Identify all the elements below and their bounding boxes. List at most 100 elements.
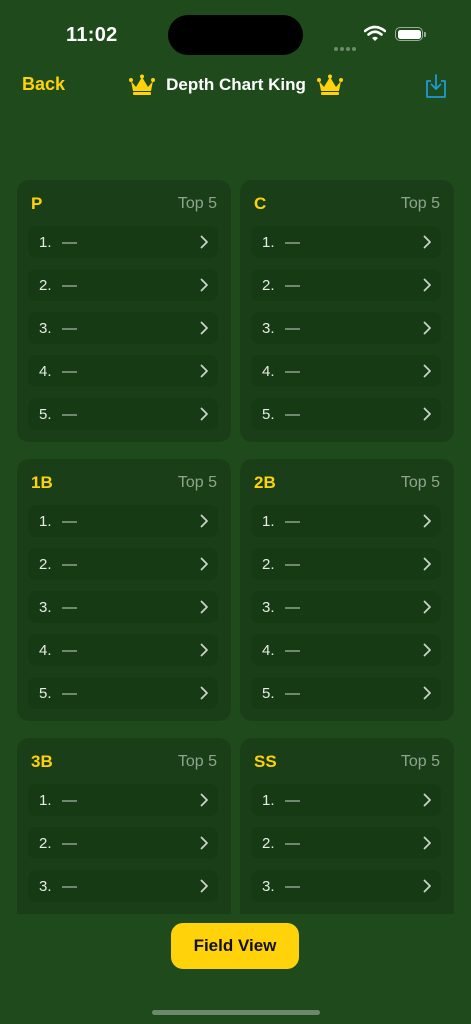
slot-rank: 3. xyxy=(262,599,275,616)
slot-player: — xyxy=(285,878,300,895)
slot-player: — xyxy=(62,685,77,702)
slot-rank: 2. xyxy=(262,556,275,573)
depth-slot[interactable]: 4. — xyxy=(251,355,441,387)
depth-slot[interactable]: 3. — xyxy=(251,312,441,344)
slot-rank: 2. xyxy=(39,835,52,852)
slot-rank: 5. xyxy=(39,685,52,702)
chevron-right-icon xyxy=(200,407,209,426)
depth-slot[interactable]: 1. — xyxy=(28,226,218,258)
cellular-signal-icon xyxy=(334,38,358,56)
chevron-right-icon xyxy=(200,364,209,383)
slot-player: — xyxy=(285,320,300,337)
slot-player: — xyxy=(285,835,300,852)
slot-player: — xyxy=(62,234,77,251)
depth-slot[interactable]: 5. — xyxy=(28,677,218,709)
slot-rank: 1. xyxy=(39,792,52,809)
chevron-right-icon xyxy=(200,600,209,619)
slot-rank: 3. xyxy=(262,320,275,337)
chevron-right-icon xyxy=(423,557,432,576)
depth-slot[interactable]: 1. — xyxy=(28,505,218,537)
slot-player: — xyxy=(62,277,77,294)
position-subtitle: Top 5 xyxy=(177,195,217,212)
slot-player: — xyxy=(285,234,300,251)
chevron-right-icon xyxy=(200,235,209,254)
position-code: 1B xyxy=(31,473,53,492)
wifi-icon xyxy=(363,25,387,47)
slot-player: — xyxy=(285,277,300,294)
position-card-p: P Top 5 1. — 2. — 3. — 4. — 5. — xyxy=(17,180,231,442)
depth-slot[interactable]: 1. — xyxy=(251,226,441,258)
slot-player: — xyxy=(62,878,77,895)
chevron-right-icon xyxy=(200,836,209,855)
chevron-right-icon xyxy=(200,686,209,705)
battery-icon xyxy=(395,27,426,42)
depth-slot[interactable]: 1. — xyxy=(28,784,218,816)
chevron-right-icon xyxy=(200,879,209,898)
chevron-right-icon xyxy=(423,879,432,898)
position-code: SS xyxy=(254,752,277,771)
position-card-header: 2B Top 5 xyxy=(254,473,440,493)
field-view-button[interactable]: Field View xyxy=(171,923,299,969)
slot-player: — xyxy=(62,835,77,852)
depth-slot[interactable]: 3. — xyxy=(251,870,441,902)
title-group: Depth Chart King xyxy=(124,72,348,98)
slot-rank: 4. xyxy=(39,363,52,380)
back-button[interactable]: Back xyxy=(22,74,65,95)
depth-slot[interactable]: 3. — xyxy=(28,591,218,623)
crown-icon xyxy=(316,74,344,96)
chevron-right-icon xyxy=(200,278,209,297)
depth-slot[interactable]: 2. — xyxy=(251,269,441,301)
depth-slot[interactable]: 4. — xyxy=(28,634,218,666)
depth-slot[interactable]: 2. — xyxy=(28,269,218,301)
depth-slot[interactable]: 4. — xyxy=(28,355,218,387)
position-card-ss: SS Top 5 1. — 2. — 3. — xyxy=(240,738,454,914)
depth-slot[interactable]: 2. — xyxy=(28,827,218,859)
slot-player: — xyxy=(62,363,77,380)
position-card-header: 3B Top 5 xyxy=(31,752,217,772)
slot-player: — xyxy=(285,642,300,659)
slot-player: — xyxy=(285,513,300,530)
chevron-right-icon xyxy=(423,514,432,533)
position-subtitle: Top 5 xyxy=(400,195,440,212)
slot-rank: 3. xyxy=(39,599,52,616)
slot-player: — xyxy=(285,406,300,423)
depth-slot[interactable]: 5. — xyxy=(251,398,441,430)
position-code: 3B xyxy=(31,752,53,771)
slot-rank: 5. xyxy=(262,406,275,423)
position-code: C xyxy=(254,194,267,213)
depth-slot[interactable]: 3. — xyxy=(251,591,441,623)
depth-slot[interactable]: 4. — xyxy=(251,634,441,666)
chevron-right-icon xyxy=(423,600,432,619)
position-card-1b: 1B Top 5 1. — 2. — 3. — 4. — 5. — xyxy=(17,459,231,721)
slot-rank: 4. xyxy=(39,642,52,659)
slot-player: — xyxy=(285,792,300,809)
chevron-right-icon xyxy=(423,278,432,297)
chevron-right-icon xyxy=(423,235,432,254)
chevron-right-icon xyxy=(200,643,209,662)
depth-slot[interactable]: 3. — xyxy=(28,312,218,344)
slot-player: — xyxy=(285,363,300,380)
slot-rank: 3. xyxy=(39,878,52,895)
depth-slot[interactable]: 2. — xyxy=(251,548,441,580)
position-subtitle: Top 5 xyxy=(400,474,440,491)
position-code: P xyxy=(31,194,43,213)
depth-slot[interactable]: 5. — xyxy=(28,398,218,430)
position-card-header: C Top 5 xyxy=(254,194,440,214)
share-icon xyxy=(426,74,446,98)
depth-slot[interactable]: 2. — xyxy=(28,548,218,580)
depth-slot[interactable]: 1. — xyxy=(251,505,441,537)
slot-player: — xyxy=(62,792,77,809)
position-subtitle: Top 5 xyxy=(177,474,217,491)
page-title: Depth Chart King xyxy=(166,75,306,94)
slot-rank: 5. xyxy=(262,685,275,702)
share-button[interactable] xyxy=(424,73,448,104)
depth-slot[interactable]: 2. — xyxy=(251,827,441,859)
depth-slot[interactable]: 1. — xyxy=(251,784,441,816)
chevron-right-icon xyxy=(423,686,432,705)
chevron-right-icon xyxy=(423,321,432,340)
navigation-bar: Back Depth Chart King xyxy=(0,62,471,108)
slot-rank: 1. xyxy=(262,792,275,809)
depth-slot[interactable]: 5. — xyxy=(251,677,441,709)
depth-slot[interactable]: 3. — xyxy=(28,870,218,902)
position-card-2b: 2B Top 5 1. — 2. — 3. — 4. — 5. — xyxy=(240,459,454,721)
